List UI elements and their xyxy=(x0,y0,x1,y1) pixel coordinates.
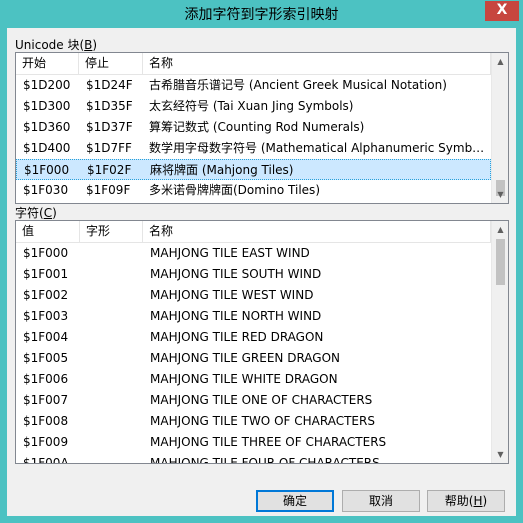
title-bar[interactable]: 添加字符到字形索引映射 X xyxy=(0,0,523,28)
block-start-cell: $1D360 xyxy=(23,120,71,134)
character-row[interactable]: $1F009 MAHJONG TILE THREE OF CHARACTERS xyxy=(16,432,491,453)
scroll-down-arrow-icon[interactable]: ▼ xyxy=(492,186,508,203)
unicode-block-row[interactable]: $1F030 $1F09F 多米诺骨牌牌面(Domino Tiles) xyxy=(16,180,491,201)
char-name-cell: MAHJONG TILE NORTH WIND xyxy=(150,309,322,323)
close-button[interactable]: X xyxy=(485,1,519,21)
block-name-cell: 太玄经符号 (Tai Xuan Jing Symbols) xyxy=(149,99,354,113)
char-value-cell: $1F008 xyxy=(23,414,69,428)
scroll-down-arrow-icon[interactable]: ▼ xyxy=(492,446,508,463)
character-row[interactable]: $1F005 MAHJONG TILE GREEN DRAGON xyxy=(16,348,491,369)
unicode-block-row[interactable]: $1D200 $1D24F 古希腊音乐谱记号 (Ancient Greek Musi… xyxy=(16,75,491,96)
unicode-block-list[interactable]: 开始 停止 名称 $1D200 $1D24F 古希腊音乐谱记号 (Ancient G… xyxy=(15,52,509,204)
block-stop-cell: $1D24F xyxy=(86,78,133,92)
char-name-cell: MAHJONG TILE WHITE DRAGON xyxy=(150,372,338,386)
characters-list-header: 值 字形 名称 xyxy=(16,221,491,243)
unicode-block-scrollbar[interactable]: ▲ ▼ xyxy=(491,53,508,203)
dialog-client-area: Unicode 块(B) 开始 停止 名称 $1D200 $1D24F 古希腊音乐谱… xyxy=(7,28,516,516)
unicode-block-label: Unicode 块(B) xyxy=(15,38,98,52)
char-name-cell: MAHJONG TILE THREE OF CHARACTERS xyxy=(150,435,387,449)
block-start-cell: $1D300 xyxy=(23,99,71,113)
char-value-cell: $1F00A xyxy=(23,456,69,464)
character-row[interactable]: $1F003 MAHJONG TILE NORTH WIND xyxy=(16,306,491,327)
column-header-value[interactable]: 值 xyxy=(16,221,80,243)
character-row[interactable]: $1F008 MAHJONG TILE TWO OF CHARACTERS xyxy=(16,411,491,432)
scrollbar-thumb[interactable] xyxy=(496,239,505,285)
character-row[interactable]: $1F001 MAHJONG TILE SOUTH WIND xyxy=(16,264,491,285)
block-stop-cell: $1F09F xyxy=(86,183,131,197)
char-name-cell: MAHJONG TILE SOUTH WIND xyxy=(150,267,322,281)
block-name-cell: 多米诺骨牌牌面(Domino Tiles) xyxy=(149,183,320,197)
char-value-cell: $1F001 xyxy=(23,267,69,281)
char-value-cell: $1F009 xyxy=(23,435,69,449)
unicode-block-row[interactable]: $1D300 $1D35F 太玄经符号 (Tai Xuan Jing Symbols… xyxy=(16,96,491,117)
character-row[interactable]: $1F006 MAHJONG TILE WHITE DRAGON xyxy=(16,369,491,390)
cancel-button[interactable]: 取消 xyxy=(342,490,420,512)
close-icon: X xyxy=(496,2,508,18)
characters-list[interactable]: 值 字形 名称 $1F000 MAHJONG TILE EAST WIND $1F0… xyxy=(15,220,509,464)
char-name-cell: MAHJONG TILE WEST WIND xyxy=(150,288,314,302)
character-row[interactable]: $1F002 MAHJONG TILE WEST WIND xyxy=(16,285,491,306)
block-start-cell: $1F030 xyxy=(23,183,69,197)
char-name-cell: MAHJONG TILE ONE OF CHARACTERS xyxy=(150,393,373,407)
block-name-cell: 数学用字母数字符号 (Mathematical Alphanumeric Sym… xyxy=(149,141,485,155)
char-value-cell: $1F000 xyxy=(23,246,69,260)
char-value-cell: $1F005 xyxy=(23,351,69,365)
block-stop-cell: $1F02F xyxy=(87,163,132,177)
unicode-block-row[interactable]: $1D360 $1D37F 算筹记数式 (Counting Rod Numerals… xyxy=(16,117,491,138)
character-row[interactable]: $1F004 MAHJONG TILE RED DRAGON xyxy=(16,327,491,348)
characters-scrollbar[interactable]: ▲ ▼ xyxy=(491,221,508,463)
unicode-block-list-header: 开始 停止 名称 xyxy=(16,53,491,75)
scroll-up-arrow-icon[interactable]: ▲ xyxy=(492,221,508,238)
char-name-cell: MAHJONG TILE EAST WIND xyxy=(150,246,310,260)
char-value-cell: $1F002 xyxy=(23,288,69,302)
column-header-name[interactable]: 名称 xyxy=(143,53,491,75)
char-value-cell: $1F006 xyxy=(23,372,69,386)
char-value-cell: $1F004 xyxy=(23,330,69,344)
block-name-cell: 古希腊音乐谱记号 (Ancient Greek Musical Notation… xyxy=(149,78,447,92)
char-name-cell: MAHJONG TILE GREEN DRAGON xyxy=(150,351,341,365)
ok-button[interactable]: 确定 xyxy=(256,490,334,512)
block-start-cell: $1D400 xyxy=(23,141,71,155)
block-stop-cell: $1D7FF xyxy=(86,141,132,155)
block-start-cell: $1D200 xyxy=(23,78,71,92)
block-start-cell: $1F000 xyxy=(24,163,70,177)
char-name-cell: MAHJONG TILE TWO OF CHARACTERS xyxy=(150,414,375,428)
unicode-block-row[interactable]: $1D400 $1D7FF 数学用字母数字符号 (Mathematical Alph… xyxy=(16,138,491,159)
column-header-stop[interactable]: 停止 xyxy=(79,53,143,75)
char-name-cell: MAHJONG TILE FOUR OF CHARACTERS xyxy=(150,456,380,464)
help-button[interactable]: 帮助(H) xyxy=(427,490,505,512)
char-value-cell: $1F007 xyxy=(23,393,69,407)
column-header-glyph[interactable]: 字形 xyxy=(80,221,143,243)
character-row[interactable]: $1F007 MAHJONG TILE ONE OF CHARACTERS xyxy=(16,390,491,411)
character-row[interactable]: $1F00A MAHJONG TILE FOUR OF CHARACTERS xyxy=(16,453,491,464)
dialog-window: 添加字符到字形索引映射 X Unicode 块(B) 开始 停止 名称 $1D2… xyxy=(0,0,523,523)
characters-label: 字符(C) xyxy=(15,206,57,220)
block-name-cell: 麻将牌面 (Mahjong Tiles) xyxy=(150,163,294,177)
unicode-block-row[interactable]: $1F000 $1F02F 麻将牌面 (Mahjong Tiles) xyxy=(16,159,491,180)
block-stop-cell: $1D37F xyxy=(86,120,133,134)
window-title: 添加字符到字形索引映射 xyxy=(184,7,339,23)
block-stop-cell: $1D35F xyxy=(86,99,133,113)
char-name-cell: MAHJONG TILE RED DRAGON xyxy=(150,330,324,344)
char-value-cell: $1F003 xyxy=(23,309,69,323)
character-row[interactable]: $1F000 MAHJONG TILE EAST WIND xyxy=(16,243,491,264)
column-header-start[interactable]: 开始 xyxy=(16,53,79,75)
scroll-up-arrow-icon[interactable]: ▲ xyxy=(492,53,508,70)
column-header-char-name[interactable]: 名称 xyxy=(143,221,491,243)
block-name-cell: 算筹记数式 (Counting Rod Numerals) xyxy=(149,120,365,134)
